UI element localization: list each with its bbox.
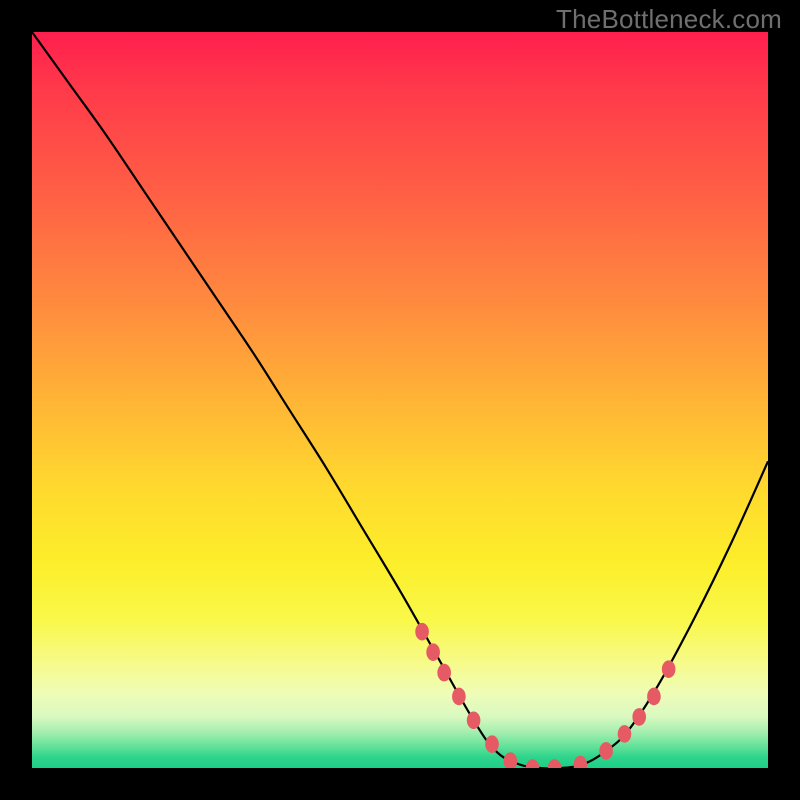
highlight-dot [574,756,588,768]
highlight-dot [618,725,632,743]
highlight-dot [632,708,646,726]
highlight-dot [467,712,481,730]
bottleneck-curve [32,32,768,768]
watermark-text: TheBottleneck.com [556,4,782,35]
plot-area [32,32,768,768]
highlight-dot [548,759,562,768]
highlight-dot [426,643,440,661]
highlight-dot [647,688,661,706]
highlight-dot [485,735,499,753]
highlight-dot [415,623,429,641]
highlight-dots [415,623,675,768]
highlight-dot [662,660,676,678]
highlight-dot [599,742,613,760]
highlight-dot [504,752,518,768]
highlight-dot [452,688,466,706]
curve-layer [32,32,768,768]
highlight-dot [526,759,540,768]
highlight-dot [437,664,451,682]
chart-stage: TheBottleneck.com [0,0,800,800]
